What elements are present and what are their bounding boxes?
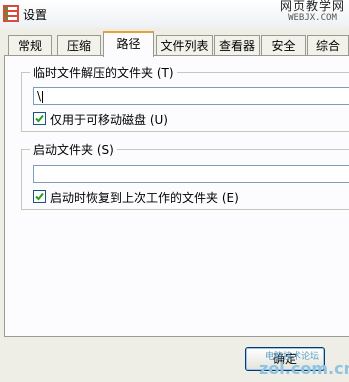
removable-only-checkbox[interactable] <box>33 112 46 125</box>
checkmark-icon <box>35 114 44 123</box>
corner-watermark-logo: 电脑技术论坛 zol.com.cn <box>255 340 349 382</box>
startup-folder-input[interactable] <box>33 165 349 183</box>
tab-security[interactable]: 安全 <box>261 35 306 55</box>
title-bar[interactable]: 设置 网页教学网 WEBJX.COM <box>0 0 349 28</box>
temp-folder-legend: 临时文件解压的文件夹 (T) <box>30 64 177 81</box>
window-title: 设置 <box>23 8 48 22</box>
checkmark-icon <box>35 192 44 201</box>
tab-compression-label: 压缩 <box>66 39 91 53</box>
text-caret <box>42 90 44 103</box>
tab-paths-label: 路径 <box>116 37 141 51</box>
tab-file-list[interactable]: 文件列表 <box>156 35 213 55</box>
tab-security-label: 安全 <box>271 39 296 53</box>
watermark-line2: WEBJX.COM <box>288 13 337 23</box>
tab-general-label: 常规 <box>17 39 42 53</box>
tab-misc-label: 综合 <box>315 39 340 53</box>
logo-line2: zol.com.cn <box>259 359 349 378</box>
removable-only-label[interactable]: 仅用于可移动磁盘 (U) <box>50 111 168 128</box>
tab-misc[interactable]: 综合 <box>307 35 349 55</box>
tab-paths[interactable]: 路径 <box>103 31 154 57</box>
restore-last-folder-label[interactable]: 启动时恢复到上次工作的文件夹 (E) <box>50 189 239 206</box>
tab-general[interactable]: 常规 <box>8 35 52 55</box>
tab-compression[interactable]: 压缩 <box>57 35 101 55</box>
watermark: 网页教学网 WEBJX.COM <box>280 0 345 24</box>
restore-last-folder-checkbox[interactable] <box>33 190 46 203</box>
startup-folder-legend: 启动文件夹 (S) <box>30 141 117 158</box>
tab-file-list-label: 文件列表 <box>160 39 209 53</box>
tab-viewer[interactable]: 查看器 <box>214 35 260 55</box>
app-icon <box>3 5 19 22</box>
temp-folder-value: \ <box>37 89 42 103</box>
temp-folder-input[interactable]: \ <box>33 87 349 105</box>
watermark-line1: 网页教学网 <box>279 0 345 13</box>
tab-viewer-label: 查看器 <box>218 39 255 53</box>
